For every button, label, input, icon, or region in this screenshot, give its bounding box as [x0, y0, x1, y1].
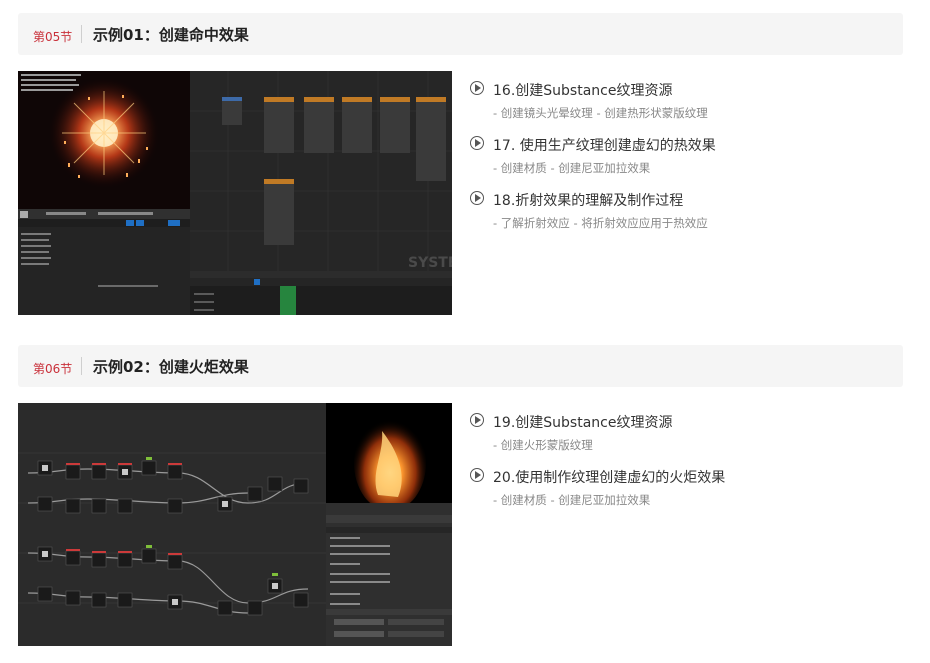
section-title: 示例01：创建命中效果 [93, 26, 249, 44]
hit-effect-editor-screenshot: SYSTEM [18, 71, 452, 315]
section-divider [81, 357, 82, 375]
section-header: 第05节 示例01：创建命中效果 [18, 13, 903, 55]
lesson-item[interactable]: 18.折射效果的理解及制作过程 - 了解折射效应 - 将折射效应应用于热效应 [470, 190, 890, 245]
lesson-list: 16.创建Substance纹理资源 - 创建镜头光晕纹理 - 创建热形状蒙版纹… [470, 80, 890, 245]
play-circle-icon [470, 413, 484, 427]
lesson-item[interactable]: 16.创建Substance纹理资源 - 创建镜头光晕纹理 - 创建热形状蒙版纹… [470, 80, 890, 135]
lesson-item[interactable]: 19.创建Substance纹理资源 - 创建火形蒙版纹理 [470, 412, 890, 467]
lesson-title[interactable]: 16.创建Substance纹理资源 [493, 80, 672, 100]
section-title: 示例02：创建火炬效果 [93, 358, 249, 376]
watermark-text: SYSTEM [408, 255, 452, 271]
section-number: 第06节 [33, 362, 73, 376]
play-circle-icon [470, 191, 484, 205]
lesson-title[interactable]: 17. 使用生产纹理创建虚幻的热效果 [493, 135, 716, 155]
play-circle-icon [470, 468, 484, 482]
lesson-title[interactable]: 19.创建Substance纹理资源 [493, 412, 672, 432]
lesson-list: 19.创建Substance纹理资源 - 创建火形蒙版纹理 20.使用制作纹理创… [470, 412, 890, 522]
section-divider [81, 25, 82, 43]
play-circle-icon [470, 81, 484, 95]
section-thumbnail[interactable] [18, 403, 452, 646]
lesson-title[interactable]: 20.使用制作纹理创建虚幻的火炬效果 [493, 467, 725, 487]
section-number: 第05节 [33, 30, 73, 44]
play-circle-icon [470, 136, 484, 150]
lesson-subtitle: - 创建镜头光晕纹理 - 创建热形状蒙版纹理 [493, 106, 708, 120]
lesson-subtitle: - 创建材质 - 创建尼亚加拉效果 [493, 161, 651, 175]
lesson-subtitle: - 创建火形蒙版纹理 [493, 438, 593, 452]
lesson-subtitle: - 了解折射效应 - 将折射效应应用于热效应 [493, 216, 708, 230]
torch-effect-editor-screenshot [18, 403, 452, 646]
lesson-item[interactable]: 17. 使用生产纹理创建虚幻的热效果 - 创建材质 - 创建尼亚加拉效果 [470, 135, 890, 190]
lesson-title[interactable]: 18.折射效果的理解及制作过程 [493, 190, 683, 210]
lesson-subtitle: - 创建材质 - 创建尼亚加拉效果 [493, 493, 651, 507]
section-header: 第06节 示例02：创建火炬效果 [18, 345, 903, 387]
lesson-item[interactable]: 20.使用制作纹理创建虚幻的火炬效果 - 创建材质 - 创建尼亚加拉效果 [470, 467, 890, 522]
section-thumbnail[interactable]: SYSTEM [18, 71, 452, 315]
